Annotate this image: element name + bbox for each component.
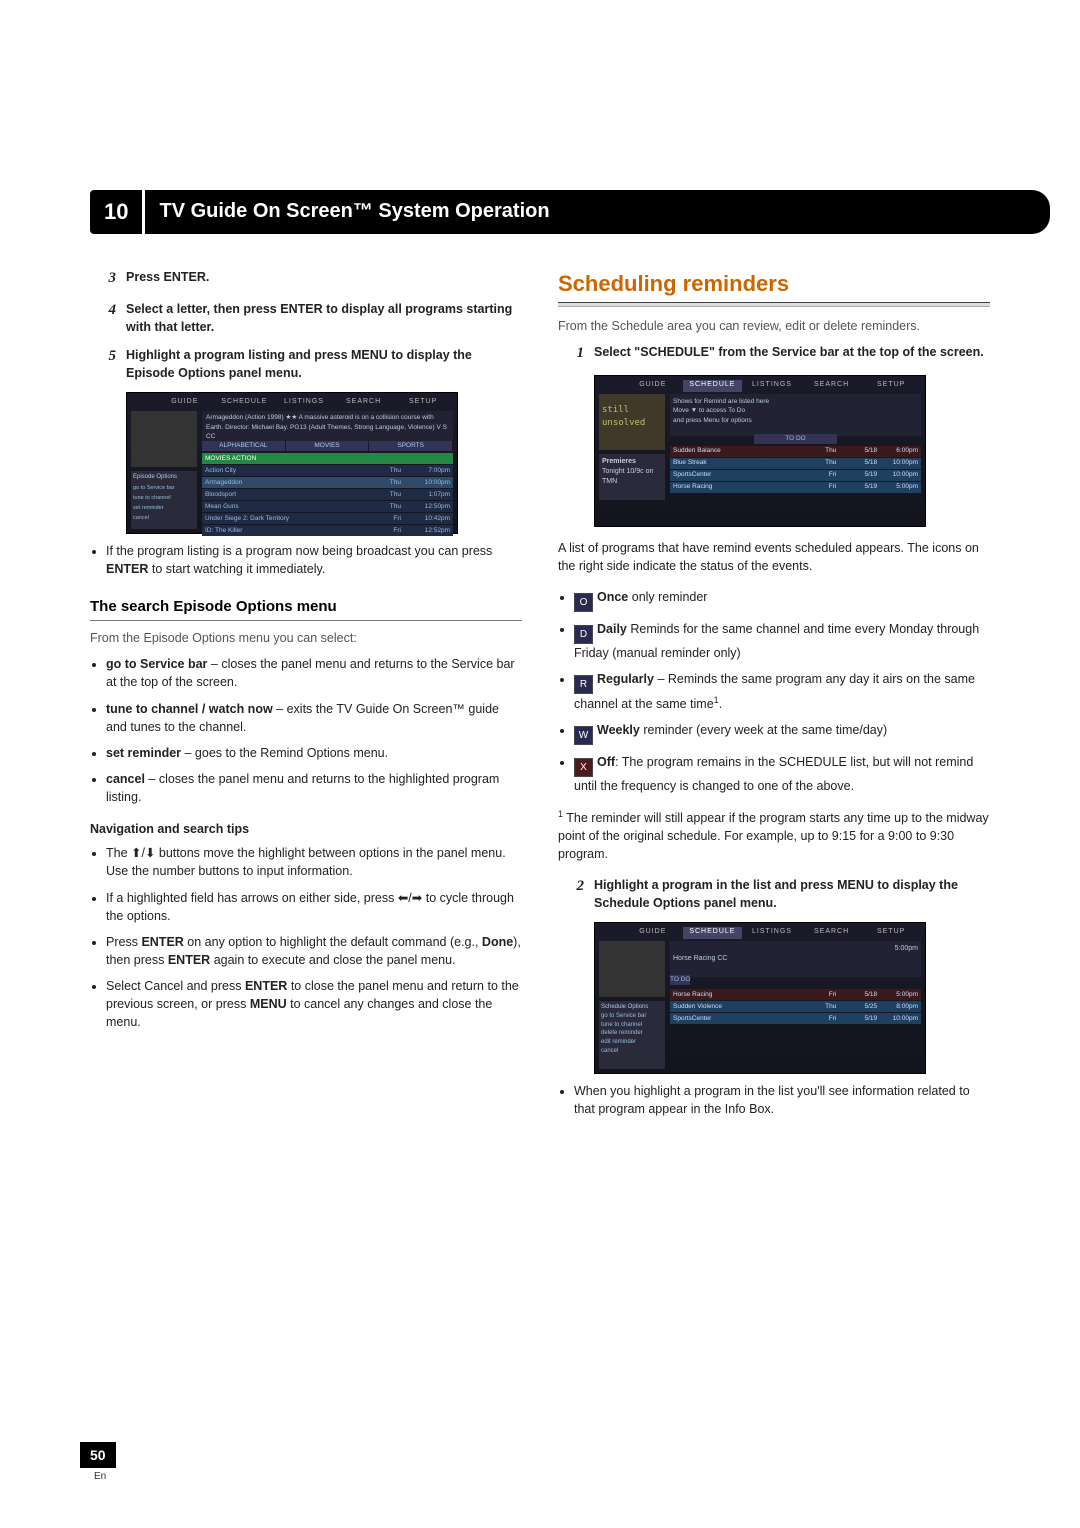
subsection-intro: From the Episode Options menu you can se… xyxy=(90,629,522,647)
schedule-options-screenshot: GUIDESCHEDULELISTINGSSEARCHSETUP Schedul… xyxy=(594,922,926,1074)
regularly-icon: R xyxy=(574,675,593,694)
chapter-title: TV Guide On Screen™ System Operation xyxy=(142,190,1049,234)
option-item: cancel – closes the panel menu and retur… xyxy=(106,770,522,806)
right-column: Scheduling reminders From the Schedule a… xyxy=(558,268,990,1129)
option-item: go to Service bar – closes the panel men… xyxy=(106,655,522,691)
step-number: 2 xyxy=(558,876,594,912)
after-screenshot-text: A list of programs that have remind even… xyxy=(558,539,990,575)
note-text: If the program listing is a program now … xyxy=(106,542,522,578)
nav-tips-title: Navigation and search tips xyxy=(90,820,522,838)
nav-tip: Press ENTER on any option to highlight t… xyxy=(106,933,522,969)
page-number: 50 xyxy=(80,1442,116,1468)
step-text: Highlight a program listing and press ME… xyxy=(126,346,522,382)
step-text: Select a letter, then press ENTER to dis… xyxy=(126,300,522,336)
freq-item: RRegularly – Reminds the same program an… xyxy=(574,670,990,713)
option-item: set reminder – goes to the Remind Option… xyxy=(106,744,522,762)
page-lang: En xyxy=(94,1470,106,1485)
step-number: 4 xyxy=(90,300,126,336)
episode-options-screenshot: GUIDESCHEDULELISTINGSSEARCHSETUP Armaged… xyxy=(126,392,458,534)
freq-item: DDaily Reminds for the same channel and … xyxy=(574,620,990,662)
daily-icon: D xyxy=(574,625,593,644)
freq-item: OOnce only reminder xyxy=(574,588,990,612)
nav-tip: If a highlighted field has arrows on eit… xyxy=(106,889,522,925)
nav-tip: Select Cancel and press ENTER to close t… xyxy=(106,977,522,1031)
option-item: tune to channel / watch now – exits the … xyxy=(106,700,522,736)
chapter-header: 10 TV Guide On Screen™ System Operation xyxy=(90,190,990,234)
step-number: 5 xyxy=(90,346,126,382)
left-column: 3 Press ENTER. 4 Select a letter, then p… xyxy=(90,268,522,1129)
off-icon: X xyxy=(574,758,593,777)
nav-tip: The ⬆/⬇ buttons move the highlight betwe… xyxy=(106,844,522,880)
subsection-title: The search Episode Options menu xyxy=(90,596,522,618)
section-title: Scheduling reminders xyxy=(558,268,990,300)
footnote: 1 The reminder will still appear if the … xyxy=(558,808,990,864)
step-text: Select "SCHEDULE" from the Service bar a… xyxy=(594,343,990,365)
once-icon: O xyxy=(574,593,593,612)
weekly-icon: W xyxy=(574,726,593,745)
after-screenshot-note: When you highlight a program in the list… xyxy=(574,1082,990,1118)
chapter-number: 10 xyxy=(90,190,142,234)
step-text: Press ENTER. xyxy=(126,268,522,290)
schedule-screenshot: GUIDESCHEDULELISTINGSSEARCHSETUP still u… xyxy=(594,375,926,527)
freq-item: XOff: The program remains in the SCHEDUL… xyxy=(574,753,990,795)
step-number: 1 xyxy=(558,343,594,365)
step-text: Highlight a program in the list and pres… xyxy=(594,876,990,912)
step-number: 3 xyxy=(90,268,126,290)
section-intro: From the Schedule area you can review, e… xyxy=(558,317,990,335)
freq-item: WWeekly reminder (every week at the same… xyxy=(574,721,990,745)
